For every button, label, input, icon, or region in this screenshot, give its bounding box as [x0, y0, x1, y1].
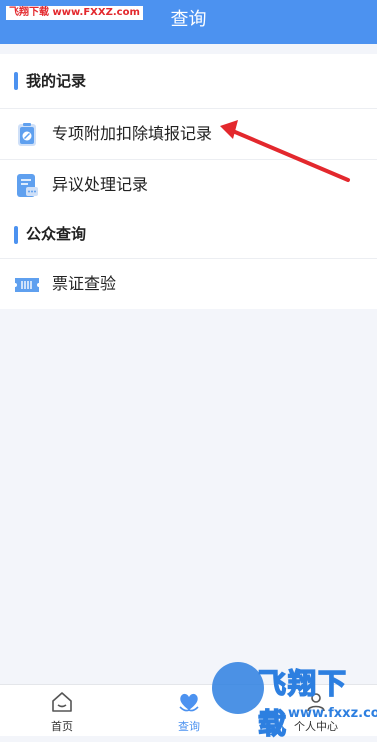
tab-label: 首页: [51, 720, 73, 733]
section-title: 我的记录: [26, 72, 87, 90]
logo-text: 飞翔下载: [257, 666, 349, 741]
logo-url: www.fxxz.com: [288, 706, 377, 721]
logo-mark-icon: [212, 662, 264, 714]
ticket-verify-icon: [15, 278, 39, 292]
section-title: 公众查询: [26, 225, 87, 243]
watermark-logo: 飞翔下载 www.fxxz.com: [212, 652, 377, 741]
home-icon: [52, 692, 72, 712]
deduction-record-icon: [18, 123, 36, 146]
section-marker: [14, 72, 18, 90]
section-header: 公众查询: [0, 210, 377, 259]
objection-record-icon: [17, 174, 38, 197]
list-item-label: 异议处理记录: [52, 175, 149, 194]
page-title: 查询: [170, 9, 207, 30]
heart-hand-icon: [179, 693, 199, 712]
public-query-section: 公众查询 票证查验: [0, 210, 377, 309]
app-header: 飞翔下载 www.FXXZ.com 查询: [0, 0, 377, 44]
list-item-label: 专项附加扣除填报记录: [52, 124, 213, 143]
annotation-arrow-icon: [220, 120, 350, 182]
section-marker: [14, 226, 18, 244]
tab-home[interactable]: 首页: [22, 685, 102, 736]
list-item-ticket-verify[interactable]: 票证查验: [0, 259, 377, 309]
list-item-label: 票证查验: [52, 274, 117, 293]
section-header: 我的记录: [0, 54, 377, 109]
